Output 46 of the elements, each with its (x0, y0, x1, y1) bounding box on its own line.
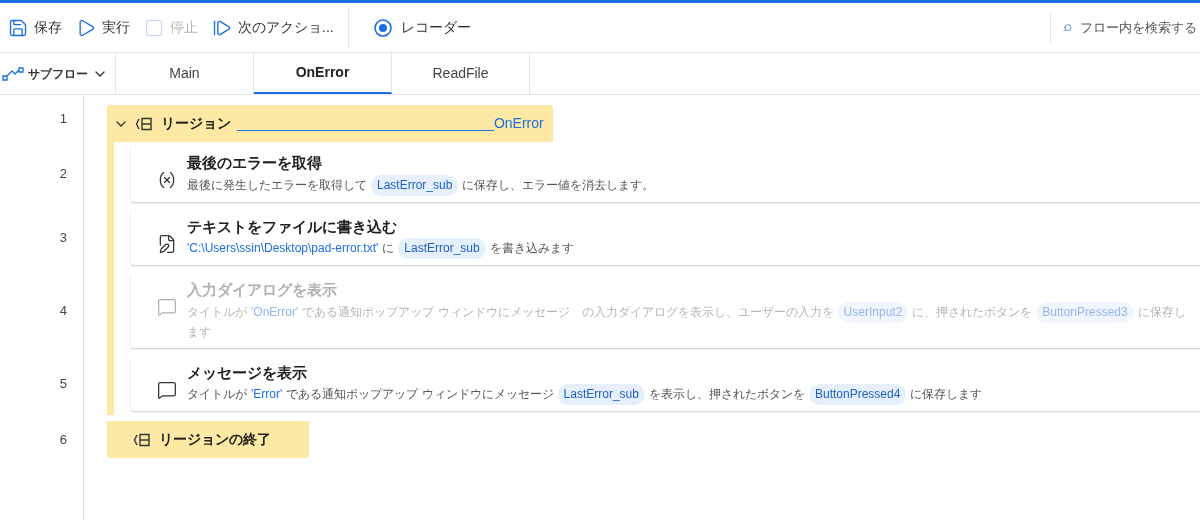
description-text: 最後に発生したエラーを取得して (187, 176, 367, 194)
description-text: タイトルが (187, 386, 247, 403)
region-footer[interactable]: リージョンの終了 (107, 421, 309, 458)
description-text: に、押されたボタンを (912, 303, 1033, 321)
line-number: 3 (59, 228, 67, 247)
search-field[interactable]: フロー内を検索する (1050, 12, 1200, 43)
literal-value: 'OnError' (251, 303, 299, 321)
action-title: 最後のエラーを取得 (187, 153, 323, 173)
region-header[interactable]: リージョン _________________________________OnError (107, 105, 553, 142)
region-label: リージョン (161, 114, 231, 133)
literal-value: 'Error' (251, 386, 283, 403)
description-text: に保存し (1137, 303, 1186, 321)
action-title: メッセージを表示 (187, 362, 308, 383)
subflow-tab[interactable]: OnError (254, 53, 392, 94)
toolbar-button[interactable]: 実行 (76, 17, 130, 38)
description-text: である通知ポップアップ ウィンドウにメッセージ (286, 386, 554, 403)
toolbar-button[interactable]: レコーダー (372, 17, 471, 38)
subflow-menu[interactable]: サブフロー (0, 53, 116, 94)
variable-chip[interactable]: LastError_sub (557, 384, 645, 405)
line-number: 5 (59, 374, 67, 393)
line-number: 6 (59, 430, 67, 449)
variable-chip[interactable]: LastError_sub (398, 238, 486, 259)
description-text: ます (187, 323, 211, 341)
action-title: テキストをファイルに書き込む (187, 216, 398, 237)
region-end-label: リージョンの終了 (159, 430, 271, 449)
description-text: に (382, 240, 395, 257)
literal-value: 'C:\Users\ssin\Desktop\pad-error.txt' (187, 240, 379, 257)
subflow-tab[interactable]: Main (116, 53, 254, 94)
variable-chip[interactable]: LastError_sub (371, 174, 459, 196)
description-text: タイトルが (187, 303, 247, 321)
line-number: 1 (59, 109, 67, 128)
variable-chip[interactable]: ButtonPressed4 (808, 384, 907, 405)
action-title: 入力ダイアログを表示 (187, 280, 338, 300)
line-number: 2 (59, 165, 67, 183)
region-name: _________________________________OnError (237, 114, 544, 133)
description-text: に保存し、エラー値を消去します。 (462, 176, 655, 194)
action-card[interactable]: メッセージを表示 タイトルが 'Error' である通知ポップアップ ウィンドウにメッセージ LastError_sub を表示し、押されたボタンを ButtonPressed4 に保存します (131, 355, 1200, 411)
action-card[interactable]: テキストをファイルに書き込む 'C:\Users\ssin\Desktop\pad-error.txt' に LastError_sub を書き込みます (131, 209, 1200, 265)
toolbar-button[interactable]: 保存 (8, 17, 62, 38)
action-card[interactable]: 最後のエラーを取得 最後に発生したエラーを取得して LastError_sub に保存し、エラー値を消去します。 (131, 146, 1200, 202)
description-text: に保存します (910, 386, 983, 403)
line-number: 4 (59, 301, 67, 320)
toolbar-button[interactable]: 次のアクショ... (212, 17, 334, 38)
subflow-tab[interactable]: ReadFile (392, 53, 530, 94)
description-text: を書き込みます (489, 240, 574, 257)
description-text: を表示し、押されたボタンを (648, 386, 805, 403)
